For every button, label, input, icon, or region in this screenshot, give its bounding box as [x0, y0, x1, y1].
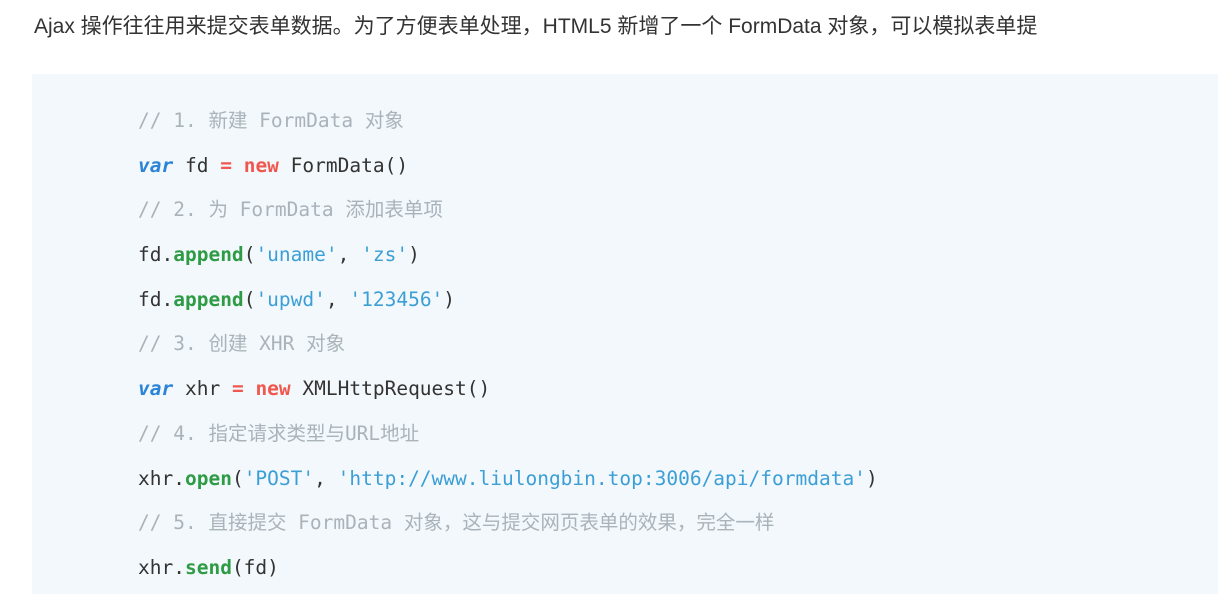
code-token-string: 'zs' [361, 243, 409, 267]
code-line: // 2. 为 FormData 添加表单项 [138, 188, 878, 233]
code-token-plain: fd. [138, 287, 174, 311]
code-token-plain: ( [243, 243, 256, 267]
code-token-plain: ) [865, 466, 878, 490]
code-token-plain: xhr. [138, 555, 185, 579]
code-token-method: send [184, 555, 232, 579]
code-token-method: open [184, 466, 232, 490]
code-token-plain: , [337, 243, 362, 267]
code-token-plain: (fd) [231, 555, 279, 579]
code-line: xhr.send(fd) [138, 546, 878, 591]
code-token-plain: ( [231, 466, 244, 490]
code-line: fd.append('upwd', '123456') [138, 278, 878, 323]
code-token-plain: , [314, 466, 338, 490]
code-token-plain: FormData() [278, 153, 409, 177]
code-token-string: 'POST' [243, 466, 315, 490]
code-token-string: 'http://www.liulongbin.top:3006/api/form… [337, 466, 866, 490]
code-token-new: new [243, 153, 279, 177]
code-token-plain: fd [173, 153, 221, 177]
code-token-plain: , [325, 287, 350, 311]
code-token-string: '123456' [349, 287, 444, 311]
code-token-plain: ) [443, 287, 456, 311]
code-token-keyword: var [138, 377, 174, 401]
code-token-plain: xhr. [138, 466, 185, 490]
code-token-string: 'upwd' [255, 287, 326, 311]
code-token-method: append [173, 287, 244, 311]
code-token-plain: xhr [173, 377, 232, 401]
code-token-op: = [231, 377, 244, 401]
code-token-plain: ) [408, 243, 420, 267]
code-token-keyword: var [138, 153, 174, 177]
code-token-comment: // 4. 指定请求类型与URL地址 [138, 421, 420, 445]
code-line: // 1. 新建 FormData 对象 [138, 99, 878, 144]
code-line: fd.append('uname', 'zs') [138, 233, 878, 278]
code-token-plain: XMLHttpRequest() [290, 377, 491, 401]
code-token-comment: // 3. 创建 XHR 对象 [138, 332, 346, 356]
code-line: var fd = new FormData() [138, 144, 878, 189]
code-line: // 3. 创建 XHR 对象 [138, 322, 878, 367]
intro-paragraph: Ajax 操作往往用来提交表单数据。为了方便表单处理，HTML5 新增了一个 F… [34, 15, 1038, 38]
code-token-method: append [173, 243, 244, 267]
code-token-op: = [220, 153, 232, 177]
code-token-comment: // 5. 直接提交 FormData 对象，这与提交网页表单的效果，完全一样 [138, 511, 775, 535]
code-token-comment: // 2. 为 FormData 添加表单项 [138, 198, 443, 222]
code-line: // 4. 指定请求类型与URL地址 [138, 412, 878, 457]
code-token-new: new [255, 377, 291, 401]
code-token-comment: // 1. 新建 FormData 对象 [138, 109, 404, 132]
code-token-plain: ( [243, 287, 256, 311]
code-lines: // 1. 新建 FormData 对象 var fd = new FormDat… [138, 99, 878, 591]
code-line: xhr.open('POST', 'http://www.liulongbin.… [138, 457, 878, 502]
code-token-string: 'uname' [255, 243, 338, 267]
code-token-plain: fd. [138, 243, 174, 267]
code-line: // 5. 直接提交 FormData 对象，这与提交网页表单的效果，完全一样 [138, 501, 878, 546]
code-block: // 1. 新建 FormData 对象 var fd = new FormDat… [32, 74, 1218, 594]
code-line: var xhr = new XMLHttpRequest() [138, 367, 878, 412]
